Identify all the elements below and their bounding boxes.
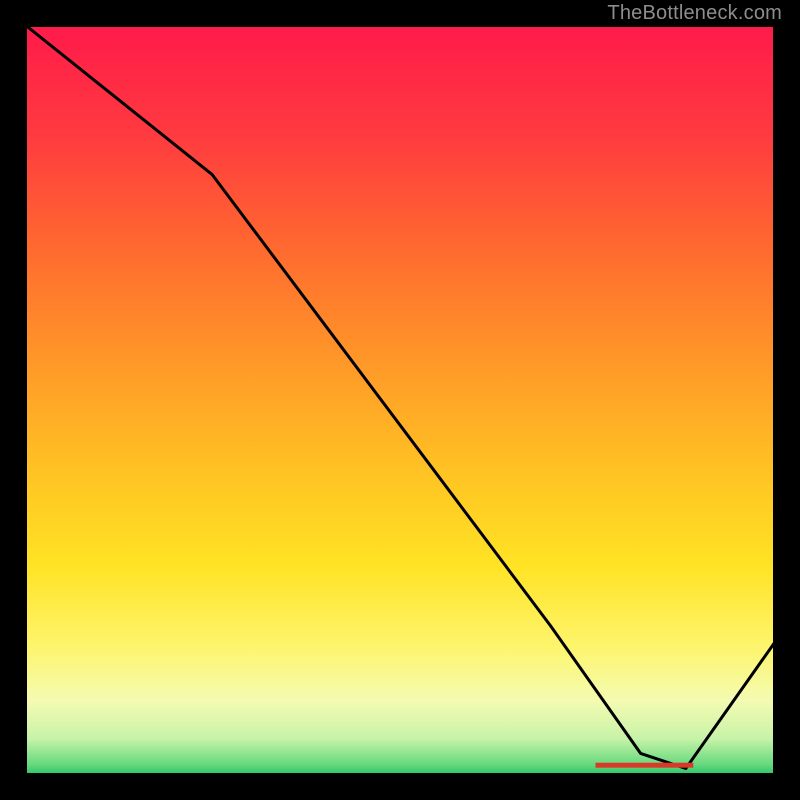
bottleneck-chart [24, 24, 776, 776]
chart-container: TheBottleneck.com [0, 0, 800, 800]
attribution-label: TheBottleneck.com [607, 2, 782, 25]
plot-area [24, 24, 776, 776]
